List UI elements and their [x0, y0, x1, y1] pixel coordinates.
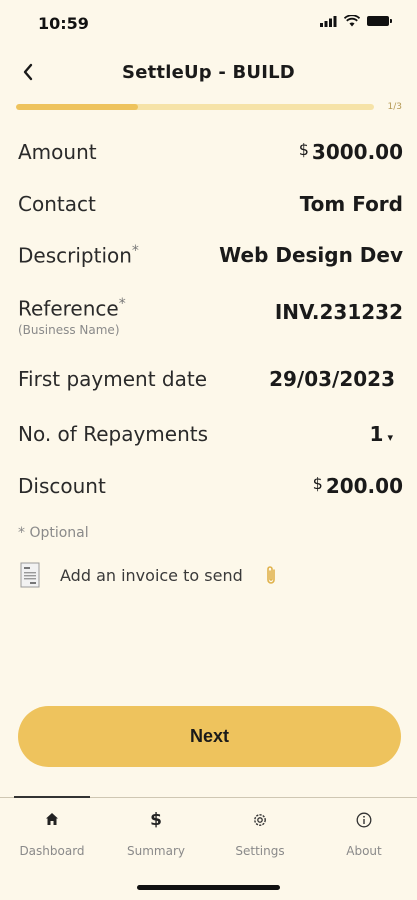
repayments-row[interactable]: No. of Repayments 1 ▾: [18, 422, 403, 446]
optional-note: * Optional: [18, 525, 89, 541]
first-payment-row[interactable]: First payment date 29/03/2023: [18, 367, 403, 391]
tab-bar: Dashboard $ Summary Settings About: [0, 796, 417, 868]
wifi-icon: [344, 15, 360, 27]
amount-row[interactable]: Amount $3000.00: [18, 140, 403, 164]
home-indicator: [137, 885, 280, 890]
tab-settings[interactable]: Settings: [208, 798, 312, 868]
active-tab-indicator: [14, 796, 90, 798]
progress-bar: [16, 104, 374, 110]
document-icon: [20, 562, 40, 588]
reference-label-group: Reference* (Business Name): [18, 296, 126, 337]
tab-about[interactable]: About: [312, 798, 416, 868]
first-payment-value[interactable]: 29/03/2023: [269, 367, 395, 391]
amount-number: 3000.00: [311, 140, 403, 164]
status-time: 10:59: [38, 14, 89, 33]
next-button[interactable]: Next: [18, 706, 401, 767]
reference-label-text: Reference: [18, 296, 119, 321]
tab-about-label: About: [346, 844, 382, 858]
attach-invoice-label: Add an invoice to send: [60, 565, 243, 585]
home-icon: [46, 813, 58, 825]
app-header: SettleUp - BUILD: [0, 52, 417, 96]
tab-summary-label: Summary: [127, 844, 185, 858]
signal-icon: [320, 15, 337, 27]
description-label: Description*: [18, 243, 139, 268]
repayments-label: No. of Repayments: [18, 422, 209, 446]
progress-label: 1/3: [387, 102, 402, 112]
amount-value[interactable]: $3000.00: [299, 140, 403, 164]
info-icon: [356, 812, 372, 828]
progress-fill: [16, 104, 138, 110]
reference-row[interactable]: Reference* (Business Name) INV.231232: [18, 296, 403, 337]
description-row[interactable]: Description* Web Design Dev: [18, 243, 403, 268]
amount-label: Amount: [18, 140, 97, 164]
description-required-mark: *: [131, 243, 139, 259]
contact-label: Contact: [18, 192, 96, 216]
tab-summary[interactable]: $ Summary: [104, 798, 208, 868]
chevron-down-icon: ▾: [387, 431, 393, 444]
contact-row[interactable]: Contact Tom Ford: [18, 192, 403, 216]
description-value[interactable]: Web Design Dev: [219, 243, 403, 267]
status-bar: 10:59: [0, 0, 417, 44]
discount-row[interactable]: Discount $200.00: [18, 474, 403, 498]
repayments-value: 1: [369, 422, 384, 446]
paperclip-icon[interactable]: [265, 564, 277, 586]
tab-dashboard-label: Dashboard: [19, 844, 85, 858]
discount-value[interactable]: $200.00: [313, 474, 403, 498]
reference-required-mark: *: [118, 296, 126, 312]
discount-label: Discount: [18, 474, 106, 498]
reference-label: Reference*: [18, 296, 126, 321]
status-icons: [320, 15, 392, 27]
discount-currency: $: [312, 474, 323, 493]
tab-dashboard[interactable]: Dashboard: [0, 796, 104, 868]
contact-value[interactable]: Tom Ford: [300, 192, 403, 216]
first-payment-label: First payment date: [18, 367, 207, 391]
reference-value[interactable]: INV.231232: [275, 300, 403, 324]
dollar-icon: $: [150, 810, 162, 830]
attach-invoice-row[interactable]: Add an invoice to send: [20, 562, 277, 588]
amount-currency: $: [298, 140, 309, 159]
gear-icon: [254, 814, 266, 826]
tab-settings-label: Settings: [235, 844, 285, 858]
repayments-select[interactable]: 1 ▾: [370, 422, 393, 446]
reference-sub-label: (Business Name): [18, 322, 120, 337]
discount-number: 200.00: [325, 474, 403, 498]
battery-icon: [367, 16, 392, 26]
page-title: SettleUp - BUILD: [122, 62, 295, 83]
description-label-text: Description: [18, 243, 132, 268]
